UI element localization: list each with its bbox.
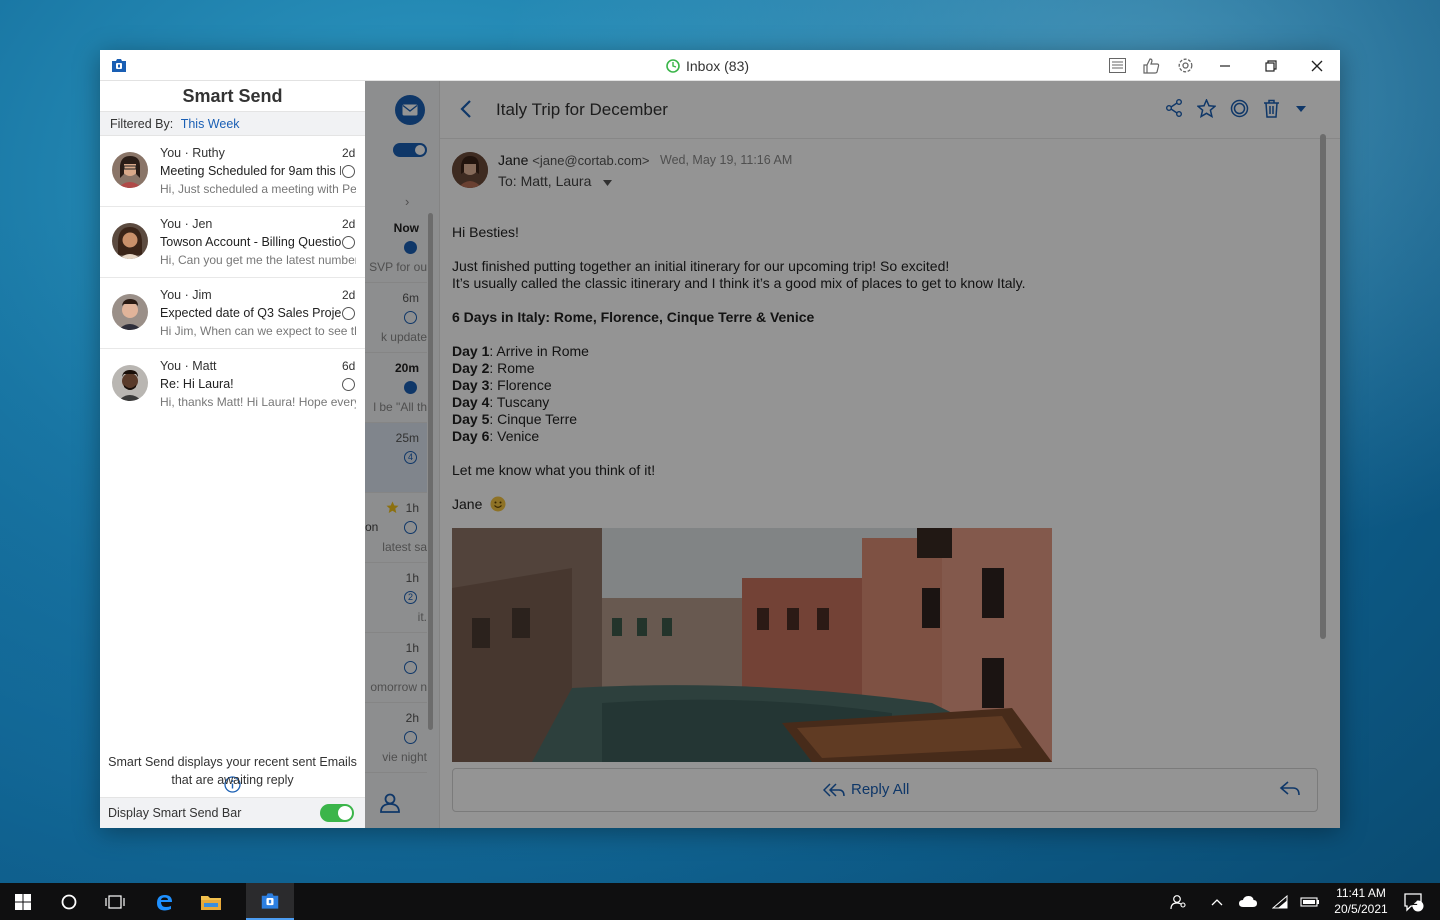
recipient: You · Jim: [160, 288, 212, 302]
age: 2d: [342, 288, 356, 302]
done-radio[interactable]: [342, 236, 355, 249]
file-explorer-button[interactable]: [188, 883, 234, 920]
notification-count: 2: [1412, 897, 1418, 908]
network-button[interactable]: [1266, 883, 1294, 920]
display-setting-label: Display Smart Send Bar: [108, 806, 242, 820]
filter-value-link[interactable]: This Week: [181, 117, 240, 131]
battery-icon: [1300, 896, 1319, 907]
cortana-circle-icon: [61, 894, 77, 909]
minimize-button[interactable]: [1202, 50, 1248, 81]
restore-button[interactable]: [1248, 50, 1294, 81]
clock-time: 11:41 AM: [1336, 886, 1386, 900]
done-radio[interactable]: [342, 307, 355, 320]
window-title-text: Inbox (83): [686, 58, 750, 74]
filter-bar: Filtered By: This Week: [100, 111, 365, 136]
action-center-button[interactable]: 2: [1396, 883, 1432, 920]
cortana-button[interactable]: [46, 883, 92, 920]
avatar: [112, 152, 148, 188]
title-actions: [1100, 50, 1340, 81]
item-preview: Hi, Just scheduled a meeting with Peter: [160, 182, 356, 196]
item-preview: Hi, thanks Matt! Hi Laura! Hope everythi…: [160, 395, 356, 409]
avatar-jim: [112, 294, 148, 330]
show-hidden-icons-button[interactable]: [1203, 883, 1231, 920]
window-title: Inbox (83): [665, 56, 749, 76]
item-subject: Re: Hi Laura!: [160, 377, 234, 391]
done-radio[interactable]: [342, 165, 355, 178]
reading-pane-button[interactable]: [1100, 50, 1134, 81]
smart-send-panel: Smart Send Filtered By: This Week You · …: [100, 81, 365, 828]
settings-button[interactable]: [1168, 50, 1202, 81]
item-preview: Hi, Can you get me the latest numbers: [160, 253, 356, 267]
task-view-icon: [105, 894, 125, 909]
battery-button[interactable]: [1296, 883, 1324, 920]
thumbs-up-icon: [1142, 57, 1159, 74]
gear-icon: [1178, 58, 1192, 73]
sync-icon: [666, 59, 680, 73]
age: 2d: [342, 146, 356, 160]
avatar: [112, 294, 148, 330]
avatar: [112, 223, 148, 259]
display-toggle[interactable]: [320, 804, 354, 822]
mail-app-taskbar-button[interactable]: [246, 883, 294, 920]
edge-browser-icon: [157, 894, 172, 910]
app-logo-icon: [112, 59, 126, 72]
age: 6d: [342, 359, 356, 373]
item-subject: Towson Account - Billing Question: [160, 235, 341, 249]
app-logo-icon: [261, 892, 279, 909]
task-view-button[interactable]: [92, 883, 138, 920]
system-clock[interactable]: 11:41 AM 20/5/2021: [1328, 885, 1394, 917]
info-line-2: that are awaiting reply: [171, 773, 294, 787]
recipient: You · Jen: [160, 217, 213, 231]
avatar-jen: [112, 223, 148, 259]
sent-item[interactable]: You · Ruthy 2d Meeting Scheduled for 9am…: [100, 136, 365, 207]
windows-logo-icon: [15, 893, 31, 910]
start-button[interactable]: [0, 883, 46, 920]
info-text: Smart Send displays your recent sent Ema…: [100, 753, 365, 789]
item-subject: Expected date of Q3 Sales Project: [160, 306, 341, 320]
wifi-icon: [1272, 894, 1288, 908]
panel-title: Smart Send: [182, 86, 283, 106]
taskbar: 11:41 AM 20/5/2021 2: [0, 883, 1440, 920]
done-radio[interactable]: [342, 378, 355, 391]
folder-icon: [201, 895, 221, 910]
sent-item[interactable]: You · Jen 2d Towson Account - Billing Qu…: [100, 207, 365, 278]
avatar-ruthy: [112, 152, 148, 188]
close-button[interactable]: [1294, 50, 1340, 81]
close-icon: [1311, 60, 1323, 71]
filter-label: Filtered By:: [110, 117, 174, 131]
people-icon: [1170, 894, 1186, 909]
item-subject: Meeting Scheduled for 9am this Friday: [160, 164, 341, 178]
onedrive-button[interactable]: [1234, 883, 1262, 920]
app-window: Inbox (83) › Now SVP for ou 6m k update …: [100, 50, 1340, 828]
edge-button[interactable]: [141, 883, 187, 920]
item-preview: Hi Jim, When can we expect to see the: [160, 324, 356, 338]
title-bar: Inbox (83): [100, 50, 1340, 81]
avatar-matt: [112, 365, 148, 401]
minimize-icon: [1220, 64, 1230, 67]
chevron-up-icon: [1211, 898, 1223, 905]
sent-item[interactable]: You · Matt 6d Re: Hi Laura! Hi, thanks M…: [100, 349, 365, 420]
display-setting-bar: Display Smart Send Bar: [100, 797, 365, 828]
dim-overlay[interactable]: [365, 81, 1340, 828]
clock-date: 20/5/2021: [1334, 902, 1388, 916]
info-line-1: Smart Send displays your recent sent Ema…: [108, 755, 357, 769]
avatar: [112, 365, 148, 401]
sent-item[interactable]: You · Jim 2d Expected date of Q3 Sales P…: [100, 278, 365, 349]
feedback-button[interactable]: [1134, 50, 1168, 81]
restore-icon: [1265, 59, 1277, 72]
list-view-icon: [1108, 58, 1126, 73]
recipient: You · Ruthy: [160, 146, 225, 160]
recipient: You · Matt: [160, 359, 217, 373]
people-button[interactable]: [1164, 883, 1194, 920]
age: 2d: [342, 217, 356, 231]
cloud-icon: [1239, 896, 1257, 907]
